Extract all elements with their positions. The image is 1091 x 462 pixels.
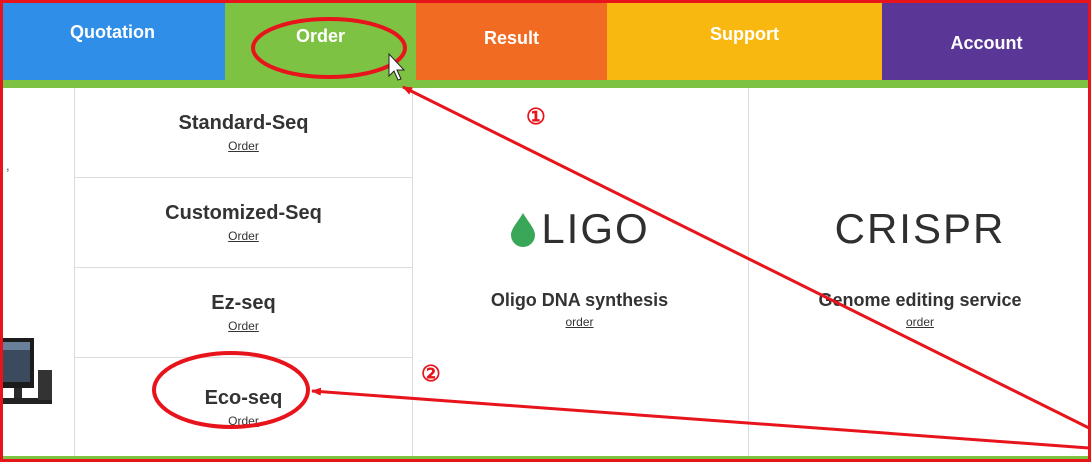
tab-support-label: Support: [710, 23, 779, 44]
oligo-order-link[interactable]: order: [565, 315, 593, 329]
menu-item-customized-seq: Customized-Seq Order: [75, 178, 412, 268]
menu-item-standard-seq: Standard-Seq Order: [75, 88, 412, 178]
bottom-border-strip: [0, 456, 1091, 462]
crispr-service-name: Genome editing service: [818, 290, 1022, 310]
tab-account[interactable]: Account: [882, 0, 1091, 80]
service-crispr: CRISPR Genome editing service order: [749, 88, 1091, 456]
tab-quotation-label: Quotation: [70, 21, 155, 42]
tab-quotation[interactable]: Quotation: [0, 0, 225, 80]
tab-result-label: Result: [483, 27, 539, 48]
sequencing-menu: Standard-Seq Order Customized-Seq Order …: [74, 88, 413, 456]
step-2-label: ②: [421, 361, 441, 386]
leaf-icon: [511, 213, 536, 247]
standard-seq-order-link[interactable]: Order: [228, 139, 259, 153]
menu-item-ez-seq: Ez-seq Order: [75, 268, 412, 358]
crispr-logo[interactable]: CRISPR: [835, 204, 1006, 254]
ez-seq-order-link[interactable]: Order: [228, 319, 259, 333]
tab-support[interactable]: Support: [607, 0, 882, 80]
crispr-logo-text: CRISPR: [834, 205, 1006, 252]
menu-item-title: Eco-seq: [204, 386, 283, 409]
oligo-service-name: Oligo DNA synthesis: [490, 290, 669, 310]
top-nav: Quotation Order Result Support Account: [0, 0, 1091, 80]
oligo-logo-text: LIGO: [541, 205, 650, 252]
tab-order-label: Order: [295, 25, 346, 46]
menu-item-title: Standard-Seq: [178, 112, 309, 134]
oligo-logo[interactable]: LIGO: [509, 204, 649, 254]
service-oligo: LIGO Oligo DNA synthesis order: [411, 88, 749, 456]
menu-item-eco-seq: Eco-seq Order: [75, 358, 412, 456]
tab-order[interactable]: Order: [225, 0, 416, 80]
menu-item-title: Customized-Seq: [165, 202, 322, 224]
tab-result[interactable]: Result: [416, 0, 607, 80]
tab-account-label: Account: [950, 32, 1023, 53]
menu-item-title: Ez-seq: [211, 292, 276, 314]
stray-character: ,: [6, 158, 10, 173]
crispr-order-link[interactable]: order: [906, 315, 934, 329]
computer-icon: [0, 338, 52, 404]
eco-seq-order-link[interactable]: Order: [228, 414, 259, 428]
step-1-label: ①: [526, 104, 546, 129]
nav-underline: [0, 80, 1091, 88]
customized-seq-order-link[interactable]: Order: [228, 229, 259, 243]
